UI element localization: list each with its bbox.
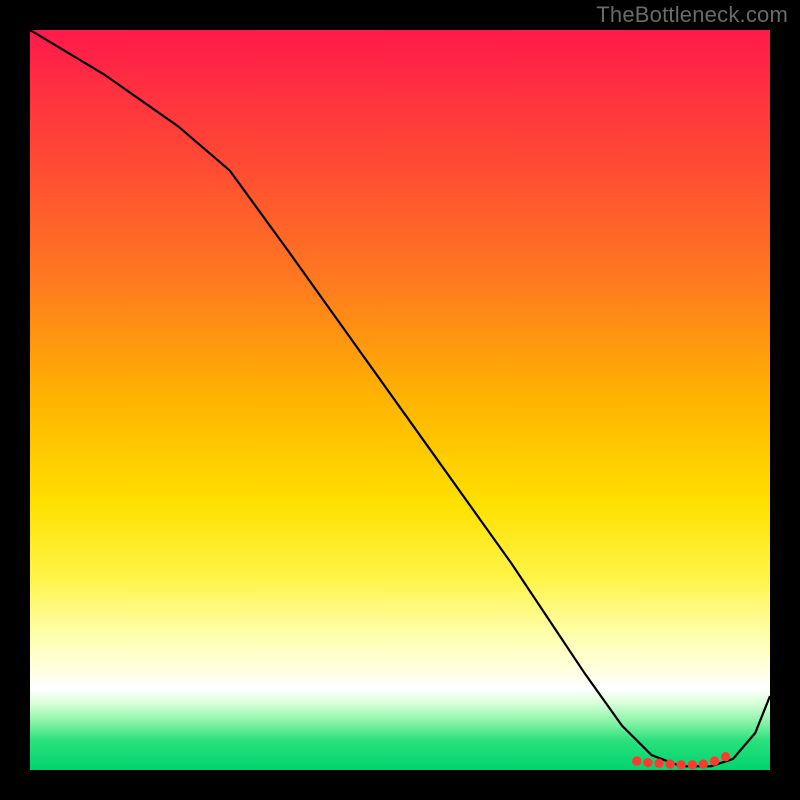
bottleneck-curve (30, 30, 770, 766)
bottom-cluster-9 (721, 753, 729, 761)
bottom-dot-cluster (633, 753, 730, 770)
bottom-cluster-5 (677, 761, 685, 769)
bottom-cluster-6 (688, 761, 696, 769)
chart-overlay (30, 30, 770, 770)
chart-frame: TheBottleneck.com (0, 0, 800, 800)
bottom-cluster-2 (644, 758, 652, 766)
bottom-cluster-4 (666, 760, 674, 768)
watermark-label: TheBottleneck.com (596, 2, 788, 28)
bottom-cluster-3 (655, 759, 663, 767)
bottom-cluster-7 (699, 760, 707, 768)
bottom-cluster-1 (633, 757, 641, 765)
bottom-cluster-8 (710, 757, 718, 765)
